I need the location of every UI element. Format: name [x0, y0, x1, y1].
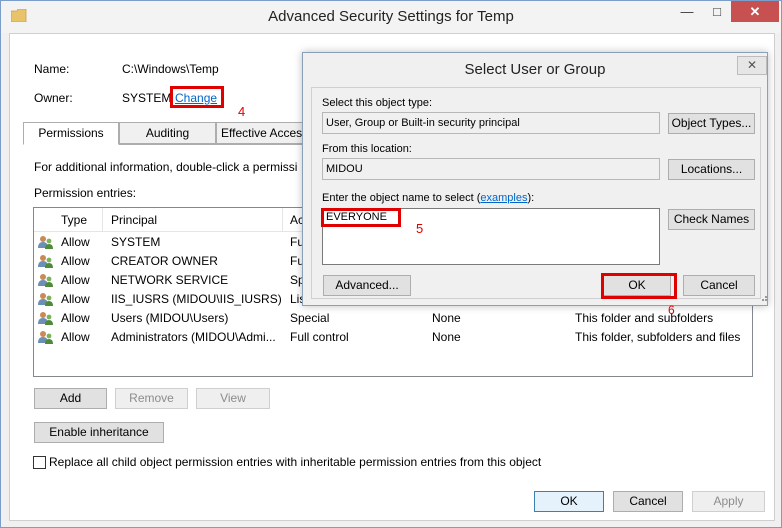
cell-inherited: None: [432, 311, 461, 325]
users-icon: [38, 292, 53, 306]
enable-inheritance-button[interactable]: Enable inheritance: [34, 422, 164, 443]
object-type-label: Select this object type:: [322, 97, 433, 109]
cancel-button[interactable]: Cancel: [613, 491, 683, 512]
cell-type: Allow: [61, 235, 90, 249]
cell-type: Allow: [61, 292, 90, 306]
cell-access: Special: [290, 311, 330, 325]
name-value: C:\Windows\Temp: [122, 62, 219, 76]
cell-type: Allow: [61, 311, 90, 325]
cell-type: Allow: [61, 254, 90, 268]
annotation-box-change: [170, 86, 224, 108]
locations-button[interactable]: Locations...: [668, 159, 755, 180]
annotation-step-6: 6: [668, 303, 675, 317]
name-label: Name:: [34, 62, 70, 76]
object-types-button[interactable]: Object Types...: [668, 113, 755, 134]
users-icon: [38, 254, 53, 268]
cell-inherited: None: [432, 330, 461, 344]
cell-type: Allow: [61, 273, 90, 287]
cell-principal: CREATOR OWNER: [111, 254, 218, 268]
dialog-title: Select User or Group: [464, 61, 606, 78]
permission-entries-label: Permission entries:: [34, 186, 137, 200]
cell-principal: NETWORK SERVICE: [111, 273, 229, 287]
column-header-type[interactable]: Type: [61, 213, 87, 227]
users-icon: [38, 235, 53, 249]
annotation-step-4: 4: [238, 104, 246, 119]
cell-type: Allow: [61, 330, 90, 344]
cell-principal: IIS_IUSRS (MIDOU\IIS_IUSRS): [111, 292, 282, 306]
cell-principal: SYSTEM: [111, 235, 161, 249]
annotation-box-ok: [601, 273, 677, 299]
object-name-label: Enter the object name to select (example…: [322, 192, 535, 204]
location-field: MIDOU: [322, 158, 660, 180]
info-text: For additional information, double-click…: [34, 160, 298, 174]
dialog-cancel-button[interactable]: Cancel: [683, 275, 755, 296]
cell-applies: This folder, subfolders and files: [575, 330, 741, 344]
ok-button[interactable]: OK: [534, 491, 604, 512]
minimize-button[interactable]: —: [671, 1, 703, 22]
replace-child-permissions-checkbox[interactable]: [33, 456, 46, 469]
maximize-button[interactable]: □: [703, 1, 731, 22]
column-header-principal[interactable]: Principal: [111, 213, 157, 227]
users-icon: [38, 311, 53, 325]
add-button[interactable]: Add: [34, 388, 107, 409]
annotation-step-5: 5: [416, 221, 424, 236]
cell-applies: This folder and subfolders: [575, 311, 714, 325]
owner-value: SYSTEM: [122, 91, 172, 105]
view-button[interactable]: View: [196, 388, 270, 409]
owner-label: Owner:: [34, 91, 73, 105]
examples-link[interactable]: examples: [480, 192, 527, 204]
resize-grip-icon[interactable]: [759, 293, 767, 301]
advanced-button[interactable]: Advanced...: [323, 275, 411, 296]
table-row[interactable]: Allow Administrators (MIDOU\Admi... Full c…: [34, 328, 752, 347]
replace-child-permissions-label: Replace all child object permission entr…: [49, 455, 542, 469]
users-icon: [38, 330, 53, 344]
select-user-or-group-dialog: Select User or Group ✕ Select this objec…: [302, 52, 768, 317]
cell-access: Full control: [290, 330, 349, 344]
object-type-field: User, Group or Built-in security princip…: [322, 112, 660, 134]
cell-principal: Users (MIDOU\Users): [111, 311, 229, 325]
dialog-close-button[interactable]: ✕: [737, 56, 767, 75]
annotation-box-everyone: [321, 208, 401, 227]
check-names-button[interactable]: Check Names: [668, 209, 755, 230]
cell-principal: Administrators (MIDOU\Admi...: [111, 330, 276, 344]
apply-button[interactable]: Apply: [692, 491, 765, 512]
users-icon: [38, 273, 53, 287]
window-title: Advanced Security Settings for Temp: [268, 8, 514, 25]
remove-button[interactable]: Remove: [115, 388, 188, 409]
tab-permissions[interactable]: Permissions: [23, 122, 119, 145]
location-label: From this location:: [322, 143, 412, 155]
tab-auditing[interactable]: Auditing: [119, 122, 216, 144]
table-row[interactable]: Allow Users (MIDOU\Users) Special None This …: [34, 309, 752, 328]
close-button[interactable]: ✕: [731, 1, 779, 22]
title-bar[interactable]: Advanced Security Settings for Temp — □ …: [1, 1, 781, 33]
